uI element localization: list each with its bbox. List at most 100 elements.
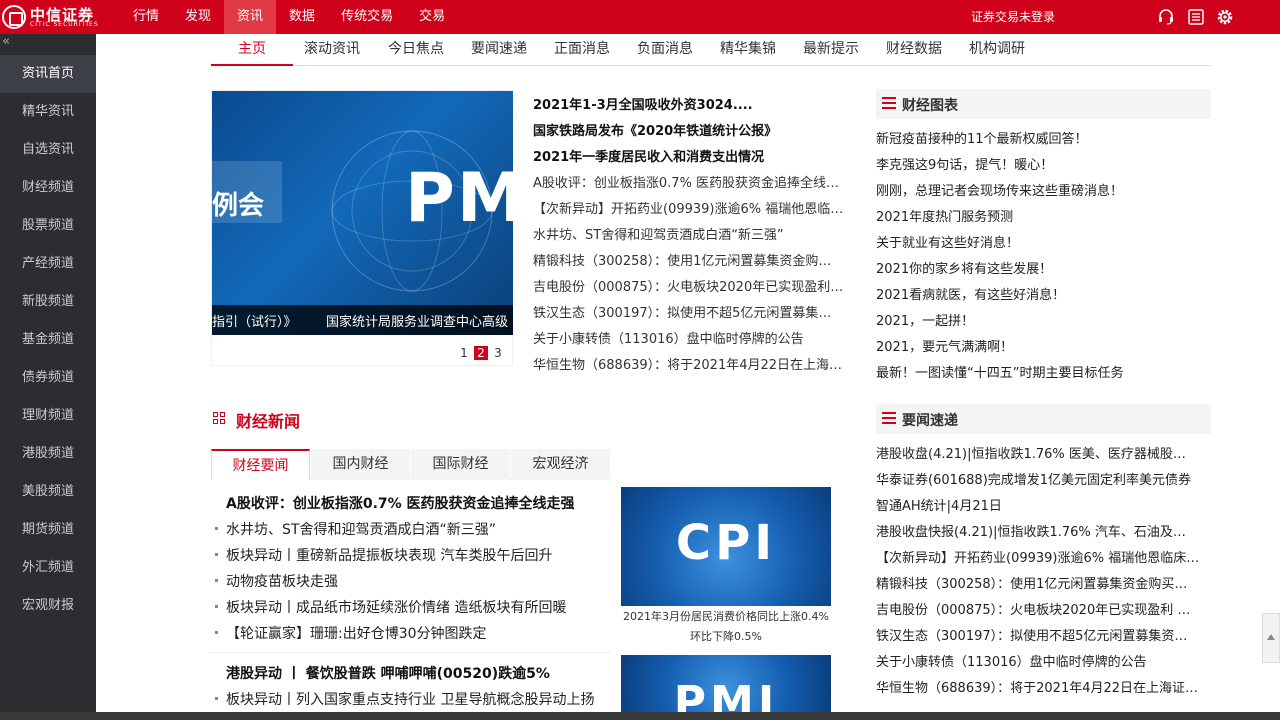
tab-international-finance[interactable]: 国际财经 (411, 449, 510, 480)
quick-news-item[interactable]: 铁汉生态（300197）：拟使用不超5亿元闲置募集资… (876, 625, 1206, 644)
sidebar-item-futures[interactable]: 期货频道 (0, 511, 96, 549)
quick-news-item[interactable]: 吉电股份（000875）：火电板块2020年已实现盈利 … (876, 599, 1206, 618)
sidebar-item-funds[interactable]: 基金频道 (0, 321, 96, 359)
quick-news-item[interactable]: 关于小康转债（113016）盘中临时停牌的公告 (876, 651, 1206, 670)
news-item[interactable]: 【轮证赢家】珊珊:出好仓博30分钟图跌定 (215, 623, 487, 643)
finance-charts-title: 财经图表 (902, 98, 958, 114)
sidebar-item-macro[interactable]: 宏观财报 (0, 587, 96, 625)
headline-item[interactable]: 关于小康转债（113016）盘中临时停牌的公告 (533, 328, 853, 347)
chart-news-item[interactable]: 新冠疫苗接种的11个最新权威回答！ (876, 128, 1206, 147)
news-carousel: 例会 PM 指引（试行）》 国家统计局服务业调查中心高级 1 2 3 (211, 90, 513, 366)
login-status[interactable]: 证券交易未登录 (971, 0, 1055, 34)
finance-news-tabs: 财经要闻 国内财经 国际财经 宏观经济 (211, 449, 611, 480)
pmi-thumbnail[interactable]: PMI (621, 655, 831, 712)
sidebar-item-news-home[interactable]: 资讯首页 (0, 55, 96, 93)
cpi-thumbnail[interactable]: CPI (621, 487, 831, 606)
sidebar-item-ipo[interactable]: 新股频道 (0, 283, 96, 321)
carousel-page-1[interactable]: 1 (457, 346, 471, 360)
headline-item[interactable]: 2021年1-3月全国吸收外资3024.... (533, 94, 853, 113)
topnav-item-classic-trade[interactable]: 传统交易 (328, 0, 406, 34)
sidebar-item-hk-stocks[interactable]: 港股频道 (0, 435, 96, 473)
tab-negative-news[interactable]: 负面消息 (637, 34, 693, 66)
carousel-page-3[interactable]: 3 (491, 346, 505, 360)
sidebar-item-bonds[interactable]: 债券频道 (0, 359, 96, 397)
news-item[interactable]: 板块异动丨重磅新品提振板块表现 汽车类股午后回升 (214, 545, 552, 565)
headline-item[interactable]: 水井坊、ST舍得和迎驾贡酒成白酒“新三强” (533, 224, 853, 243)
sidebar-item-finance[interactable]: 财经频道 (0, 169, 96, 207)
news-group-head[interactable]: 港股异动 丨 餐饮股普跌 呷哺呷哺(00520)跌逾5% (226, 663, 550, 683)
tab-home[interactable]: 主页 (211, 34, 293, 66)
chart-news-item[interactable]: 2021，一起拼！ (876, 310, 1206, 329)
tab-macro-economy[interactable]: 宏观经济 (511, 449, 610, 480)
headline-item[interactable]: 吉电股份（000875）：火电板块2020年已实现盈利… (533, 276, 853, 295)
tab-finance-headlines[interactable]: 财经要闻 (211, 449, 310, 480)
thumb-pmi-text: PMI (673, 677, 779, 712)
gear-icon[interactable] (1216, 8, 1234, 26)
tab-domestic-finance[interactable]: 国内财经 (311, 449, 410, 480)
tab-finance-data[interactable]: 财经数据 (886, 34, 942, 66)
tab-quick-news[interactable]: 要闻速递 (471, 34, 527, 66)
sidebar-item-featured[interactable]: 精华资讯 (0, 93, 96, 131)
news-group-head[interactable]: A股收评：创业板指涨0.7% 医药股获资金追捧全线走强 (226, 493, 575, 513)
quick-news-item[interactable]: 精锻科技（300258）：使用1亿元闲置募集资金购买… (876, 573, 1206, 592)
chart-news-item[interactable]: 2021年度热门服务预测 (876, 206, 1206, 225)
chart-news-item[interactable]: 最新！一图读懂“十四五”时期主要目标任务 (876, 362, 1206, 381)
topnav-item-trade[interactable]: 交易 (406, 0, 458, 34)
topnav-item-quotes[interactable]: 行情 (120, 0, 172, 34)
headline-item[interactable]: 国家铁路局发布《2020年铁道统计公报》 (533, 120, 853, 139)
quick-news-item[interactable]: 【次新异动】开拓药业(09939)涨逾6% 福瑞他恩临床… (876, 547, 1206, 566)
top-nav: 行情 发现 资讯 数据 传统交易 交易 (120, 0, 458, 34)
carousel-caption-left[interactable]: 指引（试行）》 (212, 311, 297, 330)
carousel-image[interactable]: 例会 PM (212, 91, 513, 335)
scroll-to-top-button[interactable] (1262, 613, 1280, 663)
finance-news-title: 财经新闻 (236, 412, 301, 431)
sidebar-item-us-stocks[interactable]: 美股频道 (0, 473, 96, 511)
sidebar-item-industry[interactable]: 产经频道 (0, 245, 96, 283)
sidebar-item-stocks[interactable]: 股票频道 (0, 207, 96, 245)
chart-news-item[interactable]: 2021你的家乡将有这些发展！ (876, 258, 1206, 277)
chart-news-item[interactable]: 刚刚，总理记者会现场传来这些重磅消息！ (876, 180, 1206, 199)
topnav-item-data[interactable]: 数据 (276, 0, 328, 34)
quick-news-item[interactable]: 华恒生物（688639）：将于2021年4月22日在上海证… (876, 677, 1206, 696)
chart-news-item[interactable]: 关于就业有这些好消息！ (876, 232, 1206, 251)
news-item[interactable]: 板块异动丨列入国家重点支持行业 卫星导航概念股异动上扬 (214, 689, 594, 709)
tab-positive-news[interactable]: 正面消息 (554, 34, 610, 66)
brand-en: CITIC SECURITIES (30, 21, 99, 28)
brand-logo[interactable]: 中信证券 CITIC SECURITIES (2, 4, 122, 30)
carousel-page-2[interactable]: 2 (474, 346, 488, 360)
news-icon[interactable] (1187, 8, 1205, 26)
news-item[interactable]: 板块异动丨成品纸市场延续涨价情绪 造纸板块有所回暖 (214, 597, 566, 617)
chart-news-item[interactable]: 2021，要元气满满啊！ (876, 336, 1206, 355)
tab-latest-tips[interactable]: 最新提示 (803, 34, 859, 66)
chart-news-item[interactable]: 2021看病就医，有这些好消息！ (876, 284, 1206, 303)
collapse-sidebar-icon[interactable]: « (2, 34, 10, 49)
topnav-item-news[interactable]: 资讯 (224, 0, 277, 34)
sidebar-item-forex[interactable]: 外汇频道 (0, 549, 96, 587)
carousel-caption-right[interactable]: 国家统计局服务业调查中心高级 (326, 311, 513, 330)
tab-institution-research[interactable]: 机构调研 (969, 34, 1025, 66)
news-item[interactable]: 动物疫苗板块走强 (215, 571, 338, 591)
quick-news-title: 要闻速递 (902, 413, 958, 429)
quick-news-item[interactable]: 港股收盘(4.21)|恒指收跌1.76% 医美、医疗器械股… (876, 443, 1206, 462)
headline-item[interactable]: 精锻科技（300258）：使用1亿元闲置募集资金购… (533, 250, 853, 269)
tab-highlights[interactable]: 精华集锦 (720, 34, 776, 66)
grid-icon (213, 412, 227, 426)
headline-item[interactable]: 铁汉生态（300197）：拟使用不超5亿元闲置募集… (533, 302, 853, 321)
headline-item[interactable]: 【次新异动】开拓药业(09939)涨逾6% 福瑞他恩临… (533, 198, 853, 217)
quick-news-item[interactable]: 华泰证券(601688)完成增发1亿美元固定利率美元债券 (876, 469, 1206, 488)
headline-item[interactable]: 华恒生物（688639）：将于2021年4月22日在上海… (533, 354, 853, 373)
headset-icon[interactable] (1157, 8, 1175, 26)
topnav-item-discover[interactable]: 发现 (172, 0, 224, 34)
chart-news-item[interactable]: 李克强这9句话，提气！暖心！ (876, 154, 1206, 173)
sidebar-item-wealth[interactable]: 理财频道 (0, 397, 96, 435)
headline-item[interactable]: 2021年一季度居民收入和消费支出情况 (533, 146, 853, 165)
sidebar-item-custom[interactable]: 自选资讯 (0, 131, 96, 169)
tab-rolling-news[interactable]: 滚动资讯 (304, 34, 360, 66)
tab-today-focus[interactable]: 今日焦点 (388, 34, 444, 66)
finance-charts-header: 财经图表 (876, 89, 1211, 119)
quick-news-item[interactable]: 港股收盘快报(4.21)|恒指收跌1.76% 汽车、石油及… (876, 521, 1206, 540)
news-item[interactable]: 水井坊、ST舍得和迎驾贡酒成白酒“新三强” (215, 519, 496, 539)
cpi-caption[interactable]: 2021年3月份居民消费价格同比上涨0.4% 环比下降0.5% (621, 607, 831, 647)
headline-item[interactable]: A股收评：创业板指涨0.7% 医药股获资金追捧全线… (533, 172, 853, 191)
quick-news-item[interactable]: 智通AH统计|4月21日 (876, 495, 1206, 514)
